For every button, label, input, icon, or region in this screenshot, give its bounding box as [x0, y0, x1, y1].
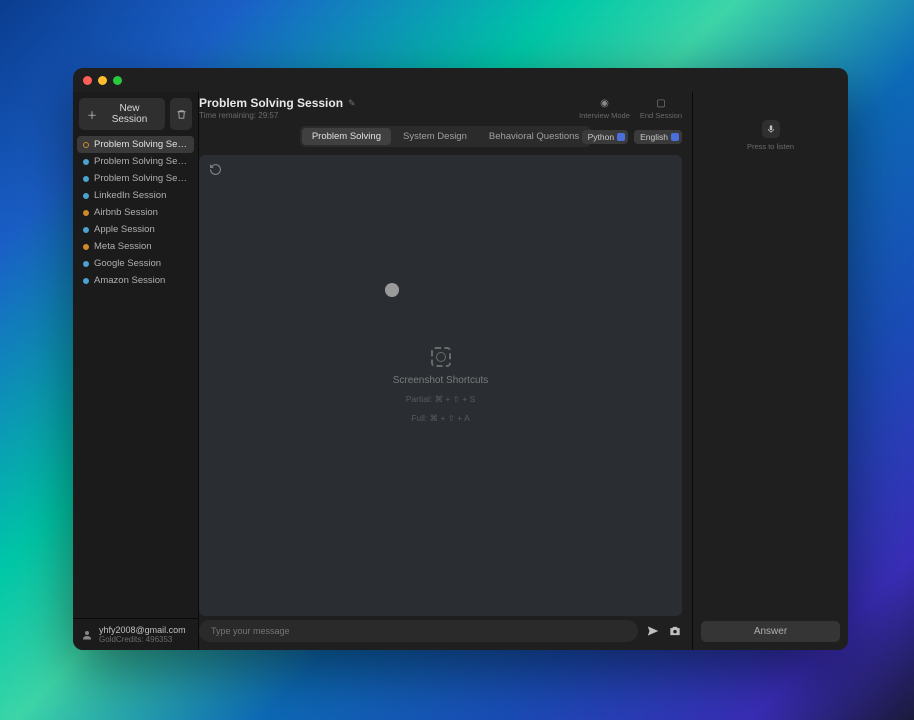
input-row: [199, 620, 682, 642]
empty-state: Screenshot Shortcuts Partial: ⌘ + ⇧ + S …: [199, 155, 682, 616]
session-title: Problem Solving Session: [199, 96, 343, 110]
end-session-button[interactable]: ▢ End Session: [640, 98, 682, 120]
edit-title-icon[interactable]: ✎: [348, 98, 356, 109]
session-status-icon: [83, 193, 89, 199]
sidebar-top: ＋ New Session: [73, 92, 198, 134]
sidebar-session-item[interactable]: Airbnb Session: [77, 204, 194, 221]
session-item-label: Problem Solving Session (2…: [94, 156, 188, 167]
header-left: Problem Solving Session ✎ Time remaining…: [199, 96, 579, 120]
session-status-icon: [83, 176, 89, 182]
new-session-button[interactable]: ＋ New Session: [79, 98, 165, 130]
locale-select[interactable]: English: [634, 130, 682, 144]
send-button[interactable]: [646, 624, 660, 638]
sidebar: ＋ New Session Problem Solving SessionPro…: [73, 92, 199, 650]
mic-icon: [766, 124, 776, 134]
user-info: yhfy2008@gmail.com GoldCredits: 496353: [99, 625, 186, 644]
delete-session-button[interactable]: [170, 98, 192, 130]
empty-state-title: Screenshot Shortcuts: [393, 375, 489, 386]
session-item-label: Meta Session: [94, 241, 152, 252]
dropdown-row: Python English: [582, 130, 682, 144]
cursor-indicator: [385, 283, 399, 297]
session-status-icon: [83, 210, 89, 216]
session-status-icon: [83, 261, 89, 267]
camera-icon: [668, 624, 682, 638]
mic-area: Press to listen: [693, 92, 848, 161]
tab-behavioral-questions[interactable]: Behavioral Questions: [479, 128, 589, 145]
refresh-icon: [209, 163, 222, 176]
user-icon: [81, 629, 93, 641]
session-item-label: Apple Session: [94, 224, 155, 235]
session-item-label: Amazon Session: [94, 275, 165, 286]
user-footer: yhfy2008@gmail.com GoldCredits: 496353: [73, 618, 198, 650]
tabs-row: Problem SolvingSystem DesignBehavioral Q…: [199, 122, 692, 151]
app-window: ＋ New Session Problem Solving SessionPro…: [73, 68, 848, 650]
user-credits: GoldCredits: 496353: [99, 635, 186, 644]
right-spacer: [693, 161, 848, 613]
tabs: Problem SolvingSystem DesignBehavioral Q…: [300, 126, 591, 147]
time-remaining: Time remaining: 29:57: [199, 111, 579, 120]
message-input[interactable]: [199, 620, 638, 642]
listen-button[interactable]: [762, 120, 780, 138]
trash-icon: [176, 109, 187, 120]
plus-icon: ＋: [87, 107, 97, 122]
shortcut-partial: Partial: ⌘ + ⇧ + S: [406, 394, 475, 405]
right-panel: Press to listen Answer: [692, 92, 848, 650]
content-area: Screenshot Shortcuts Partial: ⌘ + ⇧ + S …: [199, 155, 682, 616]
language-select[interactable]: Python: [582, 130, 628, 144]
screenshot-icon: [431, 347, 451, 367]
camera-button[interactable]: [668, 624, 682, 638]
maximize-window-button[interactable]: [113, 76, 122, 85]
session-status-icon: [83, 159, 89, 165]
session-status-icon: [83, 244, 89, 250]
end-session-label: End Session: [640, 111, 682, 120]
shortcut-full: Full: ⌘ + ⇧ + A: [411, 413, 470, 424]
session-list: Problem Solving Session Problem Solving S…: [73, 134, 198, 618]
stop-icon: ▢: [656, 98, 665, 109]
sidebar-session-item[interactable]: Apple Session: [77, 221, 194, 238]
main-header: Problem Solving Session ✎ Time remaining…: [199, 92, 692, 122]
sidebar-session-item[interactable]: Amazon Session: [77, 272, 194, 289]
close-window-button[interactable]: [83, 76, 92, 85]
session-title-row: Problem Solving Session ✎: [199, 96, 579, 110]
session-item-label: Problem Solving Session: [94, 173, 188, 184]
sidebar-session-item[interactable]: Google Session: [77, 255, 194, 272]
user-email: yhfy2008@gmail.com: [99, 625, 186, 635]
session-item-label: Problem Solving Session: [94, 139, 188, 150]
session-item-label: Google Session: [94, 258, 161, 269]
session-status-icon: [83, 278, 89, 284]
sidebar-session-item[interactable]: Problem Solving Session (2…: [77, 153, 194, 170]
eye-icon: ◉: [600, 98, 609, 109]
titlebar: [73, 68, 848, 92]
header-right: ◉ Interview Mode ▢ End Session: [579, 98, 682, 120]
session-status-icon: [83, 227, 89, 233]
interview-mode-button[interactable]: ◉ Interview Mode: [579, 98, 630, 120]
session-item-label: Airbnb Session: [94, 207, 158, 218]
send-icon: [646, 624, 660, 638]
main: Problem Solving Session ✎ Time remaining…: [199, 92, 692, 650]
session-status-icon: [83, 142, 89, 148]
new-session-label: New Session: [102, 103, 157, 125]
tab-problem-solving[interactable]: Problem Solving: [302, 128, 391, 145]
session-item-label: LinkedIn Session: [94, 190, 166, 201]
minimize-window-button[interactable]: [98, 76, 107, 85]
answer-button[interactable]: Answer: [701, 621, 840, 642]
interview-mode-label: Interview Mode: [579, 111, 630, 120]
sidebar-session-item[interactable]: Meta Session: [77, 238, 194, 255]
sidebar-session-item[interactable]: Problem Solving Session: [77, 136, 194, 153]
refresh-button[interactable]: [209, 163, 222, 176]
app-body: ＋ New Session Problem Solving SessionPro…: [73, 92, 848, 650]
mic-label: Press to listen: [747, 142, 794, 151]
sidebar-session-item[interactable]: LinkedIn Session: [77, 187, 194, 204]
tab-system-design[interactable]: System Design: [393, 128, 477, 145]
sidebar-session-item[interactable]: Problem Solving Session: [77, 170, 194, 187]
